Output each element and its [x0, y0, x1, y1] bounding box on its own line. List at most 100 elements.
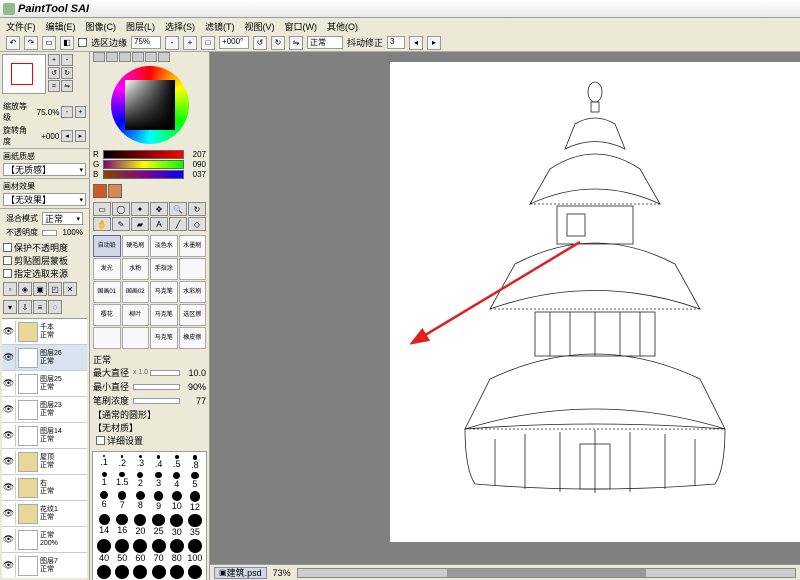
brush-preset[interactable]: 硬毛刷 [122, 235, 150, 257]
hand-tool[interactable]: ✋ [93, 217, 111, 231]
rot-dec[interactable]: ◂ [61, 130, 72, 142]
line-tool[interactable]: ╱ [169, 217, 187, 231]
color-tab-mixer[interactable] [132, 52, 144, 62]
brush-preset[interactable]: 橡皮擦 [179, 327, 207, 349]
brush-preset[interactable] [179, 258, 207, 280]
size-preset[interactable]: 40 [96, 539, 112, 563]
nav-rot-ccw[interactable]: ↺ [48, 67, 60, 79]
flatten-button[interactable]: ≡ [33, 300, 47, 314]
nav-zoom-in[interactable]: + [48, 54, 60, 66]
menu-filter[interactable]: 滤镜(T) [205, 20, 235, 33]
size-preset[interactable]: .4 [150, 455, 166, 470]
menu-other[interactable]: 其他(O) [327, 20, 358, 33]
deselect-button[interactable]: ▭ [42, 36, 56, 50]
navigator-thumb[interactable] [2, 54, 46, 94]
zoom-tool[interactable]: 🔍 [169, 202, 187, 216]
selection-edge-check[interactable] [78, 38, 87, 47]
size-preset[interactable]: 160 [114, 565, 130, 580]
size-preset[interactable]: 50 [114, 539, 130, 563]
color-tab-swatch[interactable] [145, 52, 157, 62]
visibility-icon[interactable]: 👁 [2, 529, 16, 551]
max-size-slider[interactable] [150, 370, 180, 376]
size-preset[interactable]: 10 [169, 491, 185, 512]
layer-item[interactable]: 👁图层14正常 [2, 423, 87, 449]
size-preset[interactable]: 14 [96, 514, 112, 538]
size-preset[interactable]: 3 [150, 472, 166, 490]
size-preset[interactable]: 12 [187, 491, 203, 512]
layer-item[interactable]: 👁花纹1正常 [2, 501, 87, 527]
rotate-ccw-button[interactable]: ↺ [253, 36, 267, 50]
brush-preset[interactable]: 水墨刷 [179, 235, 207, 257]
delete-layer-button[interactable]: ✕ [63, 282, 77, 296]
menu-file[interactable]: 文件(F) [6, 20, 36, 33]
brush-preset[interactable]: 选区擦 [179, 304, 207, 326]
brush-material-select[interactable]: 【无材质】 [93, 421, 206, 434]
visibility-icon[interactable]: 👁 [2, 555, 16, 577]
wand-tool[interactable]: ✦ [131, 202, 149, 216]
size-preset[interactable]: 16 [114, 514, 130, 538]
visibility-icon[interactable]: 👁 [2, 477, 16, 499]
visibility-icon[interactable]: 👁 [2, 451, 16, 473]
size-preset[interactable]: .3 [132, 455, 148, 470]
brush-preset[interactable]: 发光 [93, 258, 121, 280]
flip-button[interactable]: ⇋ [289, 36, 303, 50]
size-preset[interactable]: 7 [114, 491, 130, 512]
brush-preset[interactable] [122, 327, 150, 349]
move-tool[interactable]: ✥ [150, 202, 168, 216]
text-tool[interactable]: A [150, 217, 168, 231]
stabilizer-up[interactable]: ▸ [427, 36, 441, 50]
color-tab-rgb[interactable] [106, 52, 118, 62]
brush-preset[interactable]: 自动铅 [93, 235, 121, 257]
brush-preset[interactable]: 柳叶 [122, 304, 150, 326]
layer-item[interactable]: 👁右正常 [2, 475, 87, 501]
color-tab-hsv[interactable] [119, 52, 131, 62]
size-preset[interactable]: 9 [150, 491, 166, 512]
stabilizer-value[interactable]: 3 [387, 36, 405, 49]
bucket-tool[interactable]: ▰ [131, 217, 149, 231]
brush-preset[interactable]: 樱花 [93, 304, 121, 326]
layer-item[interactable]: 👁屋顶正常 [2, 449, 87, 475]
nav-zoom-out[interactable]: - [61, 54, 73, 66]
size-preset[interactable]: 5 [187, 472, 203, 490]
layer-item[interactable]: 👁图层25正常 [2, 371, 87, 397]
menu-edit[interactable]: 编辑(E) [46, 20, 76, 33]
layer-item[interactable]: 👁图层23正常 [2, 397, 87, 423]
r-slider[interactable] [103, 150, 184, 159]
new-linework-button[interactable]: ◈ [18, 282, 32, 296]
size-preset[interactable]: 35 [187, 514, 203, 538]
bg-swatch[interactable] [108, 184, 122, 198]
nav-reset[interactable]: = [48, 80, 60, 92]
brush-preset[interactable]: 马克笔 [150, 304, 178, 326]
brush-blend-select[interactable]: 正常 [93, 353, 206, 366]
new-folder-button[interactable]: ▣ [33, 282, 47, 296]
size-preset[interactable]: 70 [150, 539, 166, 563]
undo-button[interactable]: ↶ [6, 36, 20, 50]
blend-mode-select[interactable]: 正常 [42, 212, 83, 225]
size-preset[interactable]: 6 [96, 491, 112, 512]
opacity-slider[interactable] [42, 230, 57, 236]
size-preset[interactable]: .5 [169, 455, 185, 470]
transfer-button[interactable]: ⇩ [18, 300, 32, 314]
size-preset[interactable]: 60 [132, 539, 148, 563]
size-preset[interactable]: 4 [169, 472, 185, 490]
paper-effect-select[interactable]: 【无效果】 [3, 193, 86, 206]
size-preset[interactable]: 20 [132, 514, 148, 538]
color-tab-wheel[interactable] [93, 52, 105, 62]
brush-preset[interactable]: 水彩刷 [179, 281, 207, 303]
rotate-tool[interactable]: ↻ [188, 202, 206, 216]
size-preset[interactable]: .1 [96, 455, 112, 470]
brush-preset[interactable]: 马克笔 [150, 327, 178, 349]
visibility-icon[interactable]: 👁 [2, 321, 16, 343]
size-preset[interactable]: 30 [169, 514, 185, 538]
file-tab[interactable]: ▣ 建筑.psd [214, 567, 267, 579]
brush-preset[interactable]: 水粉 [122, 258, 150, 280]
brush-preset[interactable]: 淡色水 [150, 235, 178, 257]
select-rect-tool[interactable]: ▭ [93, 202, 111, 216]
size-preset[interactable]: 100 [187, 539, 203, 563]
zoom-inc[interactable]: + [75, 106, 86, 118]
detail-check[interactable] [96, 436, 105, 445]
size-preset[interactable]: 1.5 [114, 472, 130, 490]
size-preset[interactable]: 120 [96, 565, 112, 580]
new-mask-button[interactable]: ◰ [48, 282, 62, 296]
size-preset[interactable]: .8 [187, 455, 203, 470]
